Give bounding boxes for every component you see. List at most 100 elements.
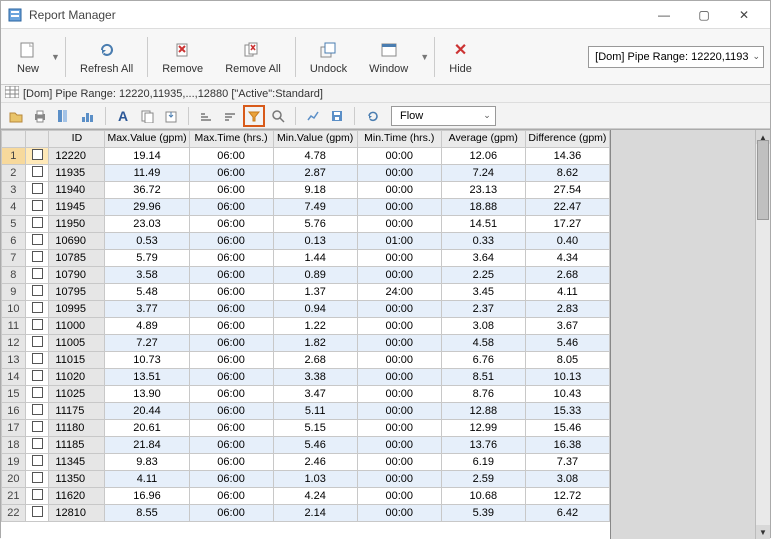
columns-icon[interactable]: [53, 105, 75, 127]
print-icon[interactable]: [29, 105, 51, 127]
cell-diff[interactable]: 10.13: [525, 369, 609, 386]
cell-minval[interactable]: 1.22: [273, 318, 357, 335]
cell-avg[interactable]: 4.58: [441, 335, 525, 352]
row-number[interactable]: 5: [2, 216, 26, 233]
row-checkbox[interactable]: [25, 369, 49, 386]
cell-avg[interactable]: 12.88: [441, 403, 525, 420]
cell-diff[interactable]: 8.62: [525, 165, 609, 182]
cell-mintime[interactable]: 00:00: [357, 352, 441, 369]
row-number[interactable]: 4: [2, 199, 26, 216]
header-maxval[interactable]: Max.Value (gpm): [105, 131, 189, 148]
row-checkbox[interactable]: [25, 335, 49, 352]
table-row[interactable]: 7107855.7906:001.4400:003.644.34: [2, 250, 610, 267]
cell-maxval[interactable]: 21.84: [105, 437, 189, 454]
cell-mintime[interactable]: 00:00: [357, 437, 441, 454]
table-row[interactable]: 151102513.9006:003.4700:008.7610.43: [2, 386, 610, 403]
cell-mintime[interactable]: 00:00: [357, 199, 441, 216]
row-number[interactable]: 19: [2, 454, 26, 471]
cell-mintime[interactable]: 00:00: [357, 420, 441, 437]
cell-mintime[interactable]: 00:00: [357, 505, 441, 522]
cell-id[interactable]: 11180: [49, 420, 105, 437]
cell-mintime[interactable]: 00:00: [357, 250, 441, 267]
cell-id[interactable]: 10995: [49, 301, 105, 318]
cell-diff[interactable]: 6.42: [525, 505, 609, 522]
cell-minval[interactable]: 5.46: [273, 437, 357, 454]
cell-maxtime[interactable]: 06:00: [189, 318, 273, 335]
cell-diff[interactable]: 15.46: [525, 420, 609, 437]
cell-id[interactable]: 11620: [49, 488, 105, 505]
header-maxtime[interactable]: Max.Time (hrs.): [189, 131, 273, 148]
table-row[interactable]: 12110057.2706:001.8200:004.585.46: [2, 335, 610, 352]
cell-mintime[interactable]: 00:00: [357, 216, 441, 233]
row-checkbox[interactable]: [25, 250, 49, 267]
cell-avg[interactable]: 3.45: [441, 284, 525, 301]
cell-mintime[interactable]: 00:00: [357, 386, 441, 403]
open-icon[interactable]: [5, 105, 27, 127]
cell-minval[interactable]: 4.78: [273, 148, 357, 165]
cell-diff[interactable]: 22.47: [525, 199, 609, 216]
row-number[interactable]: 11: [2, 318, 26, 335]
remove-button[interactable]: Remove: [152, 33, 213, 81]
cell-maxval[interactable]: 20.44: [105, 403, 189, 420]
cell-mintime[interactable]: 00:00: [357, 454, 441, 471]
cell-avg[interactable]: 7.24: [441, 165, 525, 182]
row-checkbox[interactable]: [25, 284, 49, 301]
cell-maxtime[interactable]: 06:00: [189, 352, 273, 369]
row-number[interactable]: 13: [2, 352, 26, 369]
cell-id[interactable]: 12220: [49, 148, 105, 165]
cell-maxtime[interactable]: 06:00: [189, 216, 273, 233]
cell-diff[interactable]: 3.67: [525, 318, 609, 335]
cell-minval[interactable]: 1.44: [273, 250, 357, 267]
cell-avg[interactable]: 5.39: [441, 505, 525, 522]
table-row[interactable]: 10109953.7706:000.9400:002.372.83: [2, 301, 610, 318]
cell-maxval[interactable]: 3.77: [105, 301, 189, 318]
cell-avg[interactable]: 6.76: [441, 352, 525, 369]
header-mintime[interactable]: Min.Time (hrs.): [357, 131, 441, 148]
row-number[interactable]: 16: [2, 403, 26, 420]
remove-all-button[interactable]: Remove All: [215, 33, 291, 81]
cell-diff[interactable]: 3.08: [525, 471, 609, 488]
cell-minval[interactable]: 0.89: [273, 267, 357, 284]
header-diff[interactable]: Difference (gpm): [525, 131, 609, 148]
row-checkbox[interactable]: [25, 437, 49, 454]
cell-id[interactable]: 11345: [49, 454, 105, 471]
cell-avg[interactable]: 12.99: [441, 420, 525, 437]
cell-maxval[interactable]: 23.03: [105, 216, 189, 233]
table-row[interactable]: 161117520.4406:005.1100:0012.8815.33: [2, 403, 610, 420]
save-icon[interactable]: [326, 105, 348, 127]
cell-diff[interactable]: 8.05: [525, 352, 609, 369]
cell-minval[interactable]: 7.49: [273, 199, 357, 216]
cell-mintime[interactable]: 00:00: [357, 267, 441, 284]
cell-minval[interactable]: 1.82: [273, 335, 357, 352]
new-dropdown[interactable]: ▼: [51, 52, 61, 62]
row-number[interactable]: 2: [2, 165, 26, 182]
line-chart-icon[interactable]: [302, 105, 324, 127]
cell-maxval[interactable]: 10.73: [105, 352, 189, 369]
table-row[interactable]: 141102013.5106:003.3800:008.5110.13: [2, 369, 610, 386]
cell-maxtime[interactable]: 06:00: [189, 420, 273, 437]
cell-maxtime[interactable]: 06:00: [189, 471, 273, 488]
cell-diff[interactable]: 2.83: [525, 301, 609, 318]
cell-diff[interactable]: 2.68: [525, 267, 609, 284]
cell-id[interactable]: 12810: [49, 505, 105, 522]
new-button[interactable]: New: [7, 33, 49, 81]
cell-diff[interactable]: 27.54: [525, 182, 609, 199]
header-rownum[interactable]: [2, 131, 26, 148]
cell-maxtime[interactable]: 06:00: [189, 301, 273, 318]
header-minval[interactable]: Min.Value (gpm): [273, 131, 357, 148]
table-row[interactable]: 11222019.1406:004.7800:0012.0614.36: [2, 148, 610, 165]
row-number[interactable]: 9: [2, 284, 26, 301]
cell-maxtime[interactable]: 06:00: [189, 488, 273, 505]
row-checkbox[interactable]: [25, 199, 49, 216]
cell-avg[interactable]: 10.68: [441, 488, 525, 505]
undock-button[interactable]: Undock: [300, 33, 357, 81]
export-icon[interactable]: [160, 105, 182, 127]
cell-mintime[interactable]: 01:00: [357, 233, 441, 250]
cell-maxval[interactable]: 36.72: [105, 182, 189, 199]
cell-mintime[interactable]: 00:00: [357, 318, 441, 335]
cell-maxtime[interactable]: 06:00: [189, 454, 273, 471]
cell-diff[interactable]: 14.36: [525, 148, 609, 165]
row-number[interactable]: 14: [2, 369, 26, 386]
cell-id[interactable]: 10690: [49, 233, 105, 250]
cell-avg[interactable]: 0.33: [441, 233, 525, 250]
